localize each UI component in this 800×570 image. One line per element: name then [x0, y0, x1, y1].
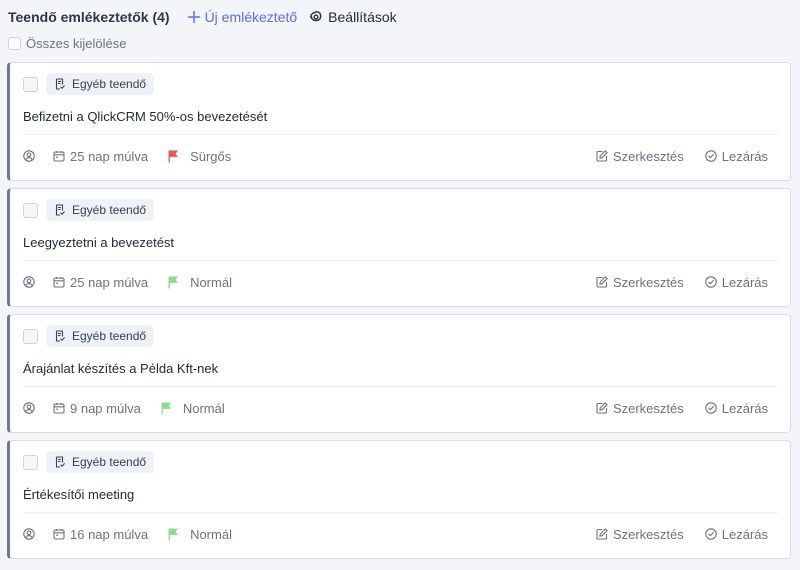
calendar-icon: [53, 403, 65, 414]
edit-label: Szerkesztés: [612, 148, 684, 164]
close-label: Lezárás: [721, 274, 768, 290]
category-tag: Egyéb teendő: [46, 199, 155, 221]
edit-label: Szerkesztés: [612, 274, 684, 290]
category-tag: Egyéb teendő: [46, 451, 155, 473]
category-label: Egyéb teendő: [72, 455, 147, 469]
plus-icon: [187, 10, 200, 24]
category-tag: Egyéb teendő: [46, 325, 155, 347]
reminder-card: Egyéb teendő Leegyeztetni a bevezetést 2…: [7, 188, 791, 307]
flag-icon: [161, 402, 171, 415]
divider: [23, 512, 778, 513]
reminder-footer: 25 nap múlva Sürgős Szerkesztés Lezárás: [23, 147, 778, 165]
reminder-card: Egyéb teendő Értékesítői meeting 16 nap …: [7, 440, 791, 559]
edit-icon: [596, 276, 608, 288]
gear-icon: [309, 10, 322, 22]
task-icon: [55, 456, 65, 468]
settings-button[interactable]: Beállítások: [309, 9, 397, 25]
edit-button[interactable]: Szerkesztés: [596, 401, 684, 416]
close-label: Lezárás: [721, 400, 768, 416]
category-label: Egyéb teendő: [72, 203, 147, 217]
close-button[interactable]: Lezárás: [705, 401, 768, 416]
reminder-card: Egyéb teendő Befizetni a QlickCRM 50%-os…: [7, 62, 791, 181]
check-circle-icon: [705, 276, 717, 288]
close-label: Lezárás: [721, 148, 768, 164]
edit-label: Szerkesztés: [612, 400, 684, 416]
reminder-checkbox[interactable]: [23, 77, 38, 92]
flag-icon: [168, 276, 179, 289]
settings-label: Beállítások: [328, 9, 397, 25]
reminder-title: Leegyeztetni a bevezetést: [23, 235, 175, 250]
divider: [23, 260, 778, 261]
reminder-checkbox[interactable]: [23, 455, 38, 470]
divider: [23, 386, 778, 387]
reminder-footer: 16 nap múlva Normál Szerkesztés Lezárás: [23, 525, 778, 543]
check-circle-icon: [705, 150, 717, 162]
edit-button[interactable]: Szerkesztés: [596, 275, 684, 290]
check-circle-icon: [705, 402, 717, 414]
edit-icon: [596, 150, 608, 162]
task-icon: [55, 204, 65, 216]
check-circle-icon: [705, 528, 717, 540]
category-tag: Egyéb teendő: [46, 73, 155, 95]
user-icon[interactable]: [23, 150, 35, 162]
reminder-checkbox[interactable]: [23, 203, 38, 218]
due-date: 16 nap múlva: [70, 526, 149, 542]
calendar-icon: [53, 277, 65, 288]
due-date: 25 nap múlva: [70, 274, 149, 290]
reminder-footer: 25 nap múlva Normál Szerkesztés Lezárás: [23, 273, 778, 291]
new-reminder-label: Új emlékeztető: [204, 9, 298, 25]
edit-button[interactable]: Szerkesztés: [596, 149, 684, 164]
edit-icon: [596, 528, 608, 540]
select-all-checkbox[interactable]: [8, 36, 21, 50]
reminder-footer: 9 nap múlva Normál Szerkesztés Lezárás: [23, 399, 778, 417]
header: Teendő emlékeztetők (4) Új emlékeztető B…: [8, 6, 397, 28]
user-icon[interactable]: [23, 528, 35, 540]
flag-icon: [168, 150, 179, 163]
close-button[interactable]: Lezárás: [705, 149, 768, 164]
select-all-label: Összes kijelölése: [26, 35, 127, 51]
due-date: 25 nap múlva: [70, 148, 149, 164]
priority-label: Normál: [190, 274, 232, 290]
new-reminder-button[interactable]: Új emlékeztető: [187, 9, 298, 25]
reminder-title: Árajánlat készítés a Példa Kft-nek: [23, 361, 219, 376]
edit-icon: [596, 402, 608, 414]
task-icon: [55, 78, 65, 90]
edit-button[interactable]: Szerkesztés: [596, 527, 684, 542]
reminder-title: Befizetni a QlickCRM 50%-os bevezetését: [23, 109, 268, 124]
close-label: Lezárás: [721, 526, 768, 542]
select-all[interactable]: Összes kijelölése: [8, 35, 126, 51]
reminder-checkbox[interactable]: [23, 329, 38, 344]
reminder-title: Értékesítői meeting: [23, 487, 135, 502]
due-date: 9 nap múlva: [70, 400, 141, 416]
category-label: Egyéb teendő: [72, 77, 147, 91]
priority-label: Normál: [182, 400, 225, 416]
reminder-card: Egyéb teendő Árajánlat készítés a Példa …: [7, 314, 791, 433]
calendar-icon: [53, 151, 65, 162]
flag-icon: [168, 528, 179, 541]
close-button[interactable]: Lezárás: [705, 527, 768, 542]
calendar-icon: [53, 529, 65, 540]
task-icon: [55, 330, 65, 342]
close-button[interactable]: Lezárás: [705, 275, 768, 290]
edit-label: Szerkesztés: [612, 526, 684, 542]
priority-label: Sürgős: [190, 148, 232, 164]
user-icon[interactable]: [23, 402, 35, 414]
priority-label: Normál: [190, 526, 232, 542]
category-label: Egyéb teendő: [72, 329, 147, 343]
user-icon[interactable]: [23, 276, 35, 288]
divider: [23, 134, 778, 135]
page-title: Teendő emlékeztetők (4): [8, 9, 170, 25]
